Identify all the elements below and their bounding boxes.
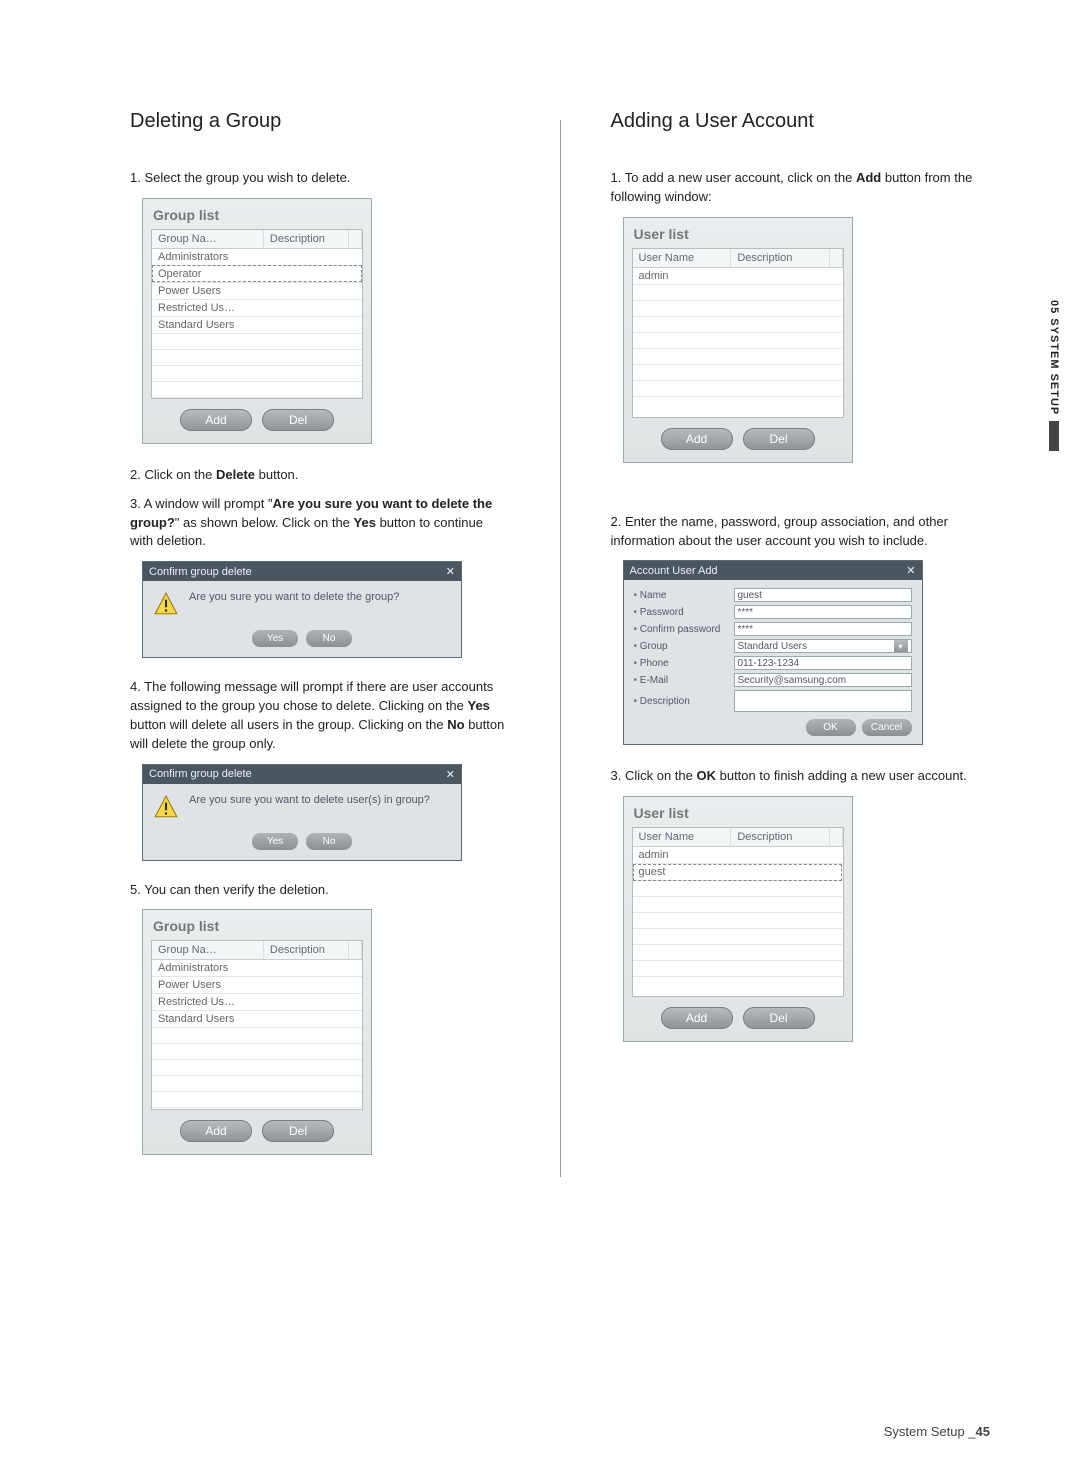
close-icon[interactable]: ✕	[906, 564, 915, 577]
label-password: Password	[634, 607, 734, 618]
warning-icon	[153, 591, 179, 620]
password-field[interactable]: ****	[734, 605, 912, 619]
yes-button[interactable]: Yes	[252, 833, 298, 850]
panel-title: User list	[632, 224, 844, 248]
dialog-title: Account User Add	[630, 565, 718, 577]
add-button[interactable]: Add	[661, 428, 733, 450]
page-number: 45	[976, 1424, 990, 1439]
chevron-down-icon[interactable]: ▾	[894, 640, 908, 652]
warning-icon	[153, 794, 179, 823]
user-list-panel-2: User list User Name Description admin gu…	[623, 796, 853, 1042]
table-row[interactable]: admin	[633, 267, 843, 284]
table-row[interactable]: guest	[633, 864, 843, 881]
label-email: E-Mail	[634, 675, 734, 686]
user-list-table: User Name Description admin	[633, 249, 843, 397]
phone-field[interactable]: 011-123-1234	[734, 656, 912, 670]
user-list-panel-1: User list User Name Description admin Ad…	[623, 217, 853, 463]
email-field[interactable]: Security@samsung.com	[734, 673, 912, 687]
user-list-table: User Name Description admin guest	[633, 828, 843, 977]
col-description[interactable]: Description	[263, 941, 348, 960]
confirm-password-field[interactable]: ****	[734, 622, 912, 636]
close-icon[interactable]: ✕	[446, 565, 455, 578]
no-button[interactable]: No	[306, 833, 352, 850]
del-button[interactable]: Del	[743, 1007, 815, 1029]
confirm-delete-group-dialog: Confirm group delete ✕ Are you sure you …	[142, 561, 462, 658]
dialog-title: Confirm group delete	[149, 768, 252, 780]
table-row[interactable]: Standard Users	[152, 316, 362, 333]
step-1-text: 1. Select the group you wish to delete.	[130, 169, 510, 188]
name-field[interactable]: guest	[734, 588, 912, 602]
dialog-title: Confirm group delete	[149, 566, 252, 578]
step-5-text: 5. You can then verify the deletion.	[130, 881, 510, 900]
step-4-text: 4. The following message will prompt if …	[130, 678, 510, 753]
label-name: Name	[634, 590, 734, 601]
col-group-name[interactable]: Group Na…	[152, 941, 263, 960]
group-list-panel-2: Group list Group Na… Description Adminis…	[142, 909, 372, 1155]
step-3-text: 3. Click on the OK button to finish addi…	[611, 767, 991, 786]
col-description[interactable]: Description	[731, 828, 829, 847]
col-description[interactable]: Description	[731, 249, 829, 268]
panel-title: Group list	[151, 916, 363, 940]
close-icon[interactable]: ✕	[446, 768, 455, 781]
no-button[interactable]: No	[306, 630, 352, 647]
panel-title: Group list	[151, 205, 363, 229]
group-list-table: Group Na… Description Administrators Pow…	[152, 941, 362, 1108]
group-list-panel-1: Group list Group Na… Description Adminis…	[142, 198, 372, 444]
panel-title: User list	[632, 803, 844, 827]
heading-deleting-group: Deleting a Group	[130, 110, 510, 133]
step-2-text: 2. Click on the Delete button.	[130, 466, 510, 485]
account-user-add-dialog: Account User Add ✕ Nameguest Password***…	[623, 560, 923, 745]
side-tab: 05 SYSTEM SETUP	[1048, 300, 1060, 451]
table-row[interactable]: Power Users	[152, 282, 362, 299]
table-row[interactable]: admin	[633, 847, 843, 864]
del-button[interactable]: Del	[743, 428, 815, 450]
dialog-message: Are you sure you want to delete the grou…	[189, 591, 399, 603]
col-user-name[interactable]: User Name	[633, 249, 731, 268]
table-row[interactable]: Standard Users	[152, 1011, 362, 1028]
label-description: Description	[634, 696, 734, 707]
group-list-table: Group Na… Description Administrators Ope…	[152, 230, 362, 398]
side-tab-label: 05 SYSTEM SETUP	[1048, 300, 1060, 415]
column-divider	[560, 120, 561, 1177]
yes-button[interactable]: Yes	[252, 630, 298, 647]
add-button[interactable]: Add	[661, 1007, 733, 1029]
table-row[interactable]: Administrators	[152, 960, 362, 977]
cancel-button[interactable]: Cancel	[862, 719, 912, 736]
col-user-name[interactable]: User Name	[633, 828, 731, 847]
left-column: Deleting a Group 1. Select the group you…	[130, 110, 510, 1177]
col-spacer	[349, 230, 362, 249]
tab-indicator-icon	[1049, 421, 1059, 451]
ok-button[interactable]: OK	[806, 719, 856, 736]
dialog-message: Are you sure you want to delete user(s) …	[189, 794, 430, 806]
add-button[interactable]: Add	[180, 409, 252, 431]
add-button[interactable]: Add	[180, 1120, 252, 1142]
label-group: Group	[634, 641, 734, 652]
label-confirm: Confirm password	[634, 624, 734, 635]
confirm-delete-users-dialog: Confirm group delete ✕ Are you sure you …	[142, 764, 462, 861]
table-row[interactable]: Operator	[152, 265, 362, 282]
del-button[interactable]: Del	[262, 409, 334, 431]
footer: System Setup _45	[884, 1424, 990, 1439]
table-row[interactable]: Restricted Us…	[152, 994, 362, 1011]
group-select[interactable]: Standard Users▾	[734, 639, 912, 653]
footer-label: System Setup _	[884, 1424, 976, 1439]
del-button[interactable]: Del	[262, 1120, 334, 1142]
description-field[interactable]	[734, 690, 912, 712]
step-2-text: 2. Enter the name, password, group assoc…	[611, 513, 991, 551]
step-3-text: 3. A window will prompt "Are you sure yo…	[130, 495, 510, 552]
table-row[interactable]: Administrators	[152, 248, 362, 265]
col-group-name[interactable]: Group Na…	[152, 230, 263, 249]
table-row[interactable]: Power Users	[152, 977, 362, 994]
heading-adding-user: Adding a User Account	[611, 110, 991, 133]
right-column: Adding a User Account 1. To add a new us…	[611, 110, 991, 1177]
label-phone: Phone	[634, 658, 734, 669]
col-description[interactable]: Description	[263, 230, 348, 249]
table-row[interactable]: Restricted Us…	[152, 299, 362, 316]
step-1-text: 1. To add a new user account, click on t…	[611, 169, 991, 207]
